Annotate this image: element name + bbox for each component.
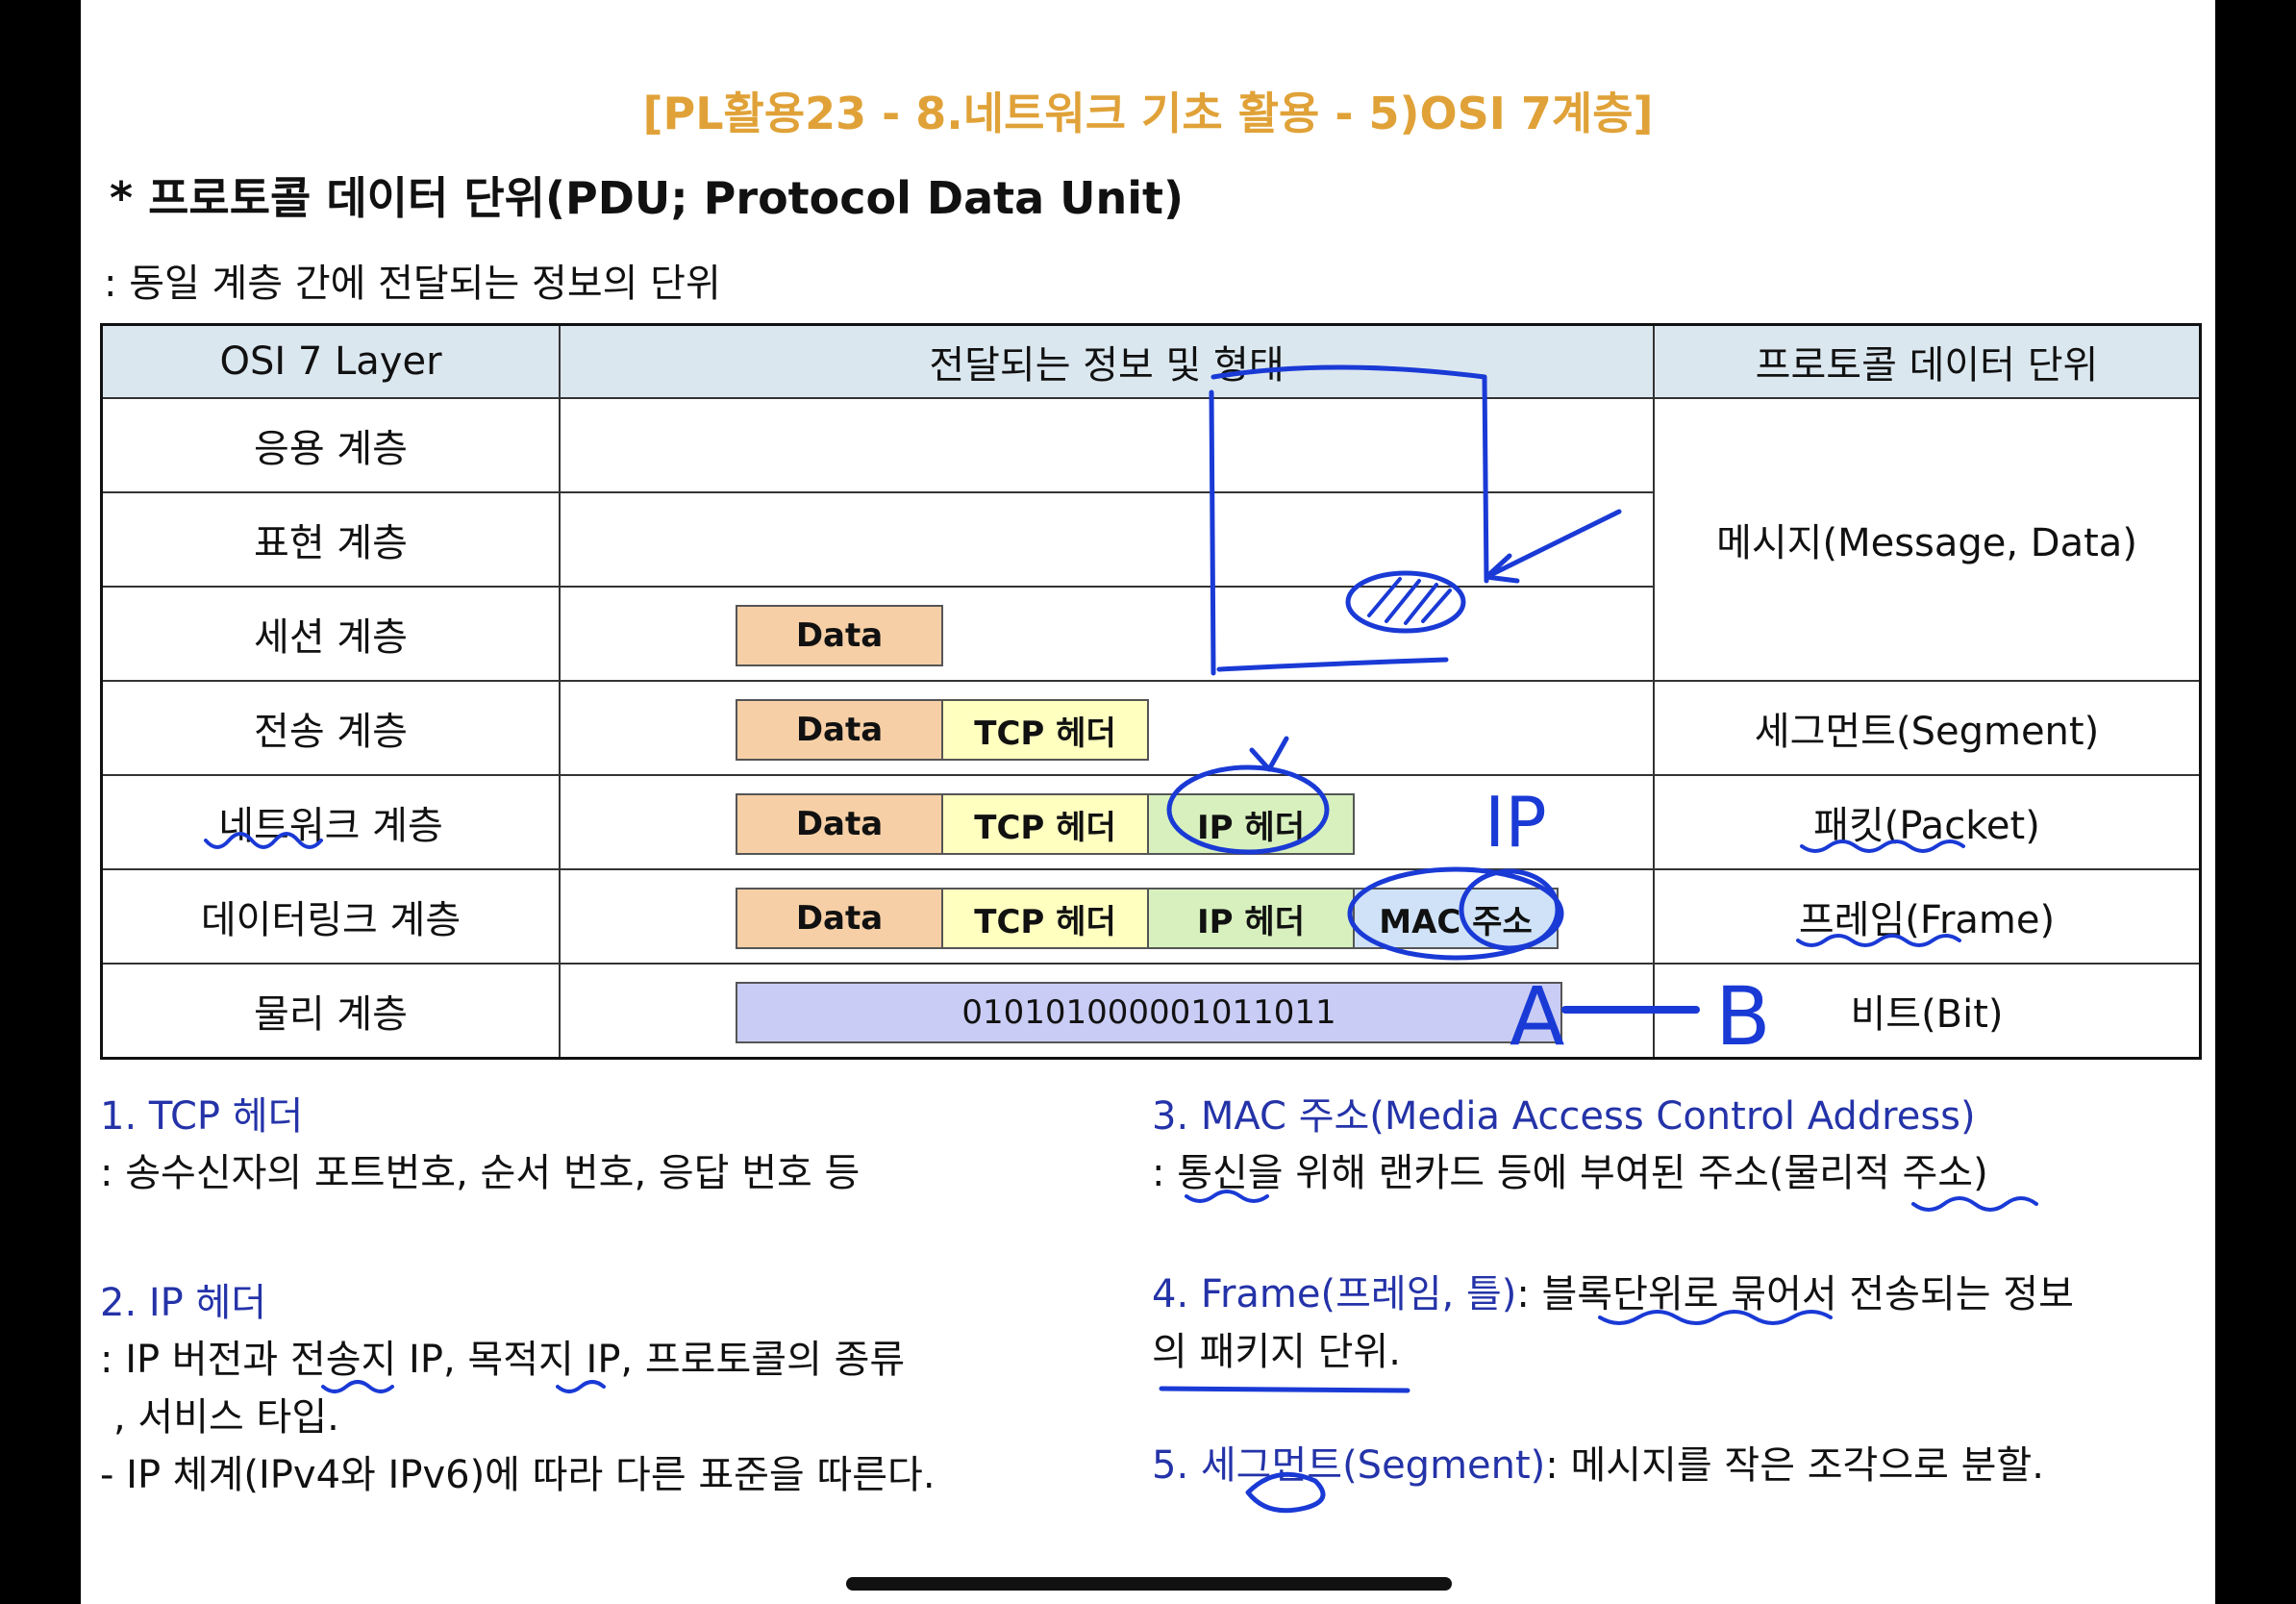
ink-underline-network [204, 832, 323, 849]
ink-underline-mulli [1911, 1196, 2038, 1212]
ink-circle-juso [1459, 868, 1560, 951]
ink-arrow [1484, 509, 1622, 584]
ink-underline-mokjeok [556, 1380, 606, 1393]
ink-text-b: B [1715, 969, 1771, 1064]
ink-underline-sinsin [1185, 1190, 1269, 1203]
slide-page: [PL활용23 - 8.네트워크 기초 활용 - 5)OSI 7계층] * 프로… [81, 0, 2215, 1604]
ink-underline-packet [1800, 840, 1965, 853]
ink-circle-ip-header [1166, 764, 1330, 855]
ink-text-ip: IP [1485, 782, 1547, 863]
handwriting-overlay: IP A B [204, 364, 2038, 1514]
ink-rectangle [1209, 364, 1489, 676]
ink-underline-block [1598, 1310, 1833, 1325]
ink-text-a: A [1510, 969, 1564, 1064]
ink-underline-frame [1796, 934, 1961, 947]
ink-circle-segment [1245, 1471, 1326, 1514]
ink-underline-package [1159, 1386, 1410, 1393]
ink-checkmark [1249, 736, 1289, 772]
ink-hatch [1367, 577, 1452, 625]
home-indicator-bar[interactable] [846, 1577, 1452, 1591]
ink-underline-jeonsong [321, 1380, 394, 1393]
